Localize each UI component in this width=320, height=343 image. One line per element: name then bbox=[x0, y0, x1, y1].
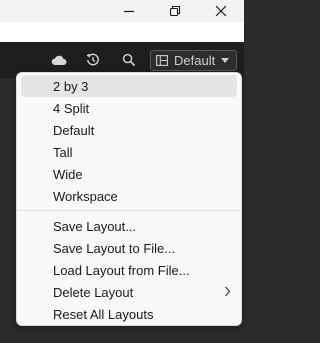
menu-item-reset-all-layouts[interactable]: Reset All Layouts bbox=[21, 303, 237, 325]
history-button[interactable] bbox=[85, 52, 101, 68]
restore-button[interactable] bbox=[152, 0, 198, 22]
layout-grid-icon bbox=[156, 55, 168, 66]
menu-item-load-layout-from-file[interactable]: Load Layout from File... bbox=[21, 259, 237, 281]
menu-item-label: Save Layout to File... bbox=[53, 240, 176, 256]
title-bar bbox=[0, 0, 244, 22]
cloud-icon bbox=[51, 55, 67, 65]
menu-item-label: Reset All Layouts bbox=[53, 306, 154, 322]
menu-item-label: 4 Split bbox=[53, 100, 90, 116]
menu-item-delete-layout[interactable]: Delete Layout bbox=[21, 281, 237, 303]
search-icon bbox=[122, 53, 136, 67]
menu-item-save-layout[interactable]: Save Layout... bbox=[21, 215, 237, 237]
menu-item-wide[interactable]: Wide bbox=[21, 163, 237, 185]
menu-item-label: 2 by 3 bbox=[53, 78, 89, 94]
layout-menu: 2 by 3 4 Split Default Tall Wide Workspa… bbox=[16, 72, 242, 326]
search-button[interactable] bbox=[121, 52, 137, 68]
menu-item-label: Load Layout from File... bbox=[53, 262, 190, 278]
menu-item-2-by-3[interactable]: 2 by 3 bbox=[21, 75, 237, 97]
menu-separator bbox=[18, 210, 240, 211]
close-button[interactable] bbox=[198, 0, 244, 22]
restore-icon bbox=[169, 5, 181, 17]
menu-item-default[interactable]: Default bbox=[21, 119, 237, 141]
history-icon bbox=[86, 53, 99, 66]
menu-item-label: Save Layout... bbox=[53, 218, 137, 234]
menu-item-4-split[interactable]: 4 Split bbox=[21, 97, 237, 119]
menu-item-workspace[interactable]: Workspace bbox=[21, 185, 237, 207]
minimize-button[interactable] bbox=[106, 0, 152, 22]
menu-item-label: Default bbox=[53, 122, 95, 138]
layout-dropdown-button[interactable]: Default bbox=[150, 50, 237, 71]
menu-item-tall[interactable]: Tall bbox=[21, 141, 237, 163]
chevron-right-icon bbox=[224, 286, 231, 297]
menu-item-save-layout-to-file[interactable]: Save Layout to File... bbox=[21, 237, 237, 259]
menu-item-label: Tall bbox=[53, 144, 73, 160]
menu-item-label: Workspace bbox=[53, 188, 118, 204]
minimize-icon bbox=[124, 10, 134, 13]
menu-item-label: Delete Layout bbox=[53, 284, 134, 300]
cloud-button[interactable] bbox=[51, 52, 67, 68]
layout-dropdown-label: Default bbox=[174, 53, 216, 68]
tab-strip bbox=[0, 22, 244, 42]
close-icon bbox=[215, 5, 227, 17]
caret-down-icon bbox=[221, 58, 230, 63]
menu-item-label: Wide bbox=[53, 166, 83, 182]
